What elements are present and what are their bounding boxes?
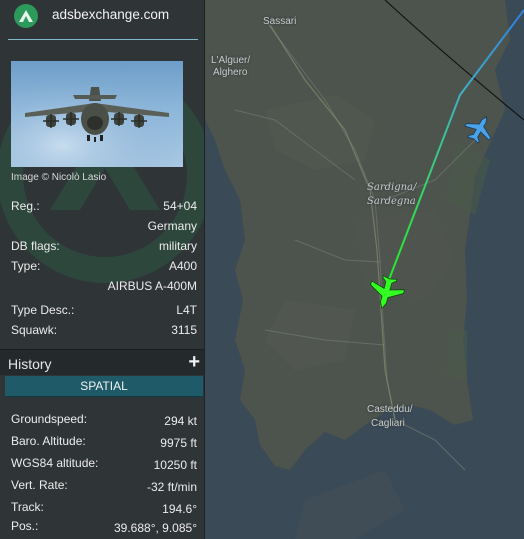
track-value: 194.6° [162, 502, 197, 516]
position-row: Pos.: 39.688°, 9.085° [11, 519, 197, 535]
groundspeed-row: Groundspeed: 294 kt [11, 412, 197, 428]
map-label-alghero-1: L'Alguer/ [211, 55, 251, 66]
track-label: Track: [11, 500, 44, 514]
registration-label: Reg.: [11, 199, 40, 213]
photo-credit[interactable]: Image © Nicolò Lasio [11, 172, 106, 183]
baro-altitude-label: Baro. Altitude: [11, 434, 86, 448]
vertical-rate-value: -32 ft/min [146, 480, 197, 494]
wgs84-altitude-label: WGS84 altitude: [11, 456, 99, 470]
history-section-header[interactable]: History + [0, 349, 204, 375]
squawk-row: Squawk: 3115 [11, 323, 197, 339]
squawk-value: 3115 [171, 323, 197, 337]
country-value: Germany [147, 219, 197, 233]
vertical-rate-label: Vert. Rate: [11, 478, 68, 492]
map-label-sassari: Sassari [263, 16, 297, 27]
country-row: Germany [11, 219, 197, 235]
type-desc-value: L4T [176, 303, 197, 317]
registration-value[interactable]: 54+04 [163, 199, 197, 213]
map-canvas[interactable] [205, 0, 524, 539]
map-label-cagliari-1: Casteddu/ [367, 404, 413, 415]
type-desc-label: Type Desc.: [11, 303, 75, 317]
map-label-alghero-2: Alghero [213, 67, 248, 78]
baro-altitude-row: Baro. Altitude: 9975 ft [11, 434, 197, 450]
expand-plus-icon[interactable]: + [188, 351, 200, 374]
map-view[interactable]: Sassari L'Alguer/ Alghero Sardigna/ Sard… [205, 0, 524, 539]
type-desc-row: Type Desc.: L4T [11, 303, 197, 319]
position-value[interactable]: 39.688°, 9.085° [114, 521, 197, 535]
registration-row: Reg.: 54+04 [11, 199, 197, 215]
map-label-sardegna-1: Sardigna/ [367, 182, 417, 193]
track-row: Track: 194.6° [11, 500, 197, 516]
aircraft-photo[interactable] [11, 61, 183, 167]
type-name-value: AIRBUS A-400M [107, 279, 197, 293]
site-header[interactable]: adsbexchange.com [0, 0, 204, 30]
site-name[interactable]: adsbexchange.com [52, 7, 169, 22]
position-label: Pos.: [11, 519, 39, 533]
map-label-cagliari-2: Cagliari [371, 418, 405, 429]
adsbexchange-logo-icon[interactable] [14, 4, 38, 28]
type-label: Type: [11, 259, 41, 273]
airplane-photo-image [11, 61, 183, 167]
spatial-section-tab[interactable]: SPATIAL [5, 376, 203, 397]
groundspeed-value: 294 kt [164, 414, 197, 428]
baro-altitude-value: 9975 ft [160, 436, 197, 450]
type-name-row: AIRBUS A-400M [11, 279, 197, 295]
db-flags-label: DB flags: [11, 239, 60, 253]
wgs84-altitude-row: WGS84 altitude: 10250 ft [11, 456, 197, 472]
type-value[interactable]: A400 [169, 259, 197, 273]
map-label-sardegna-2: Sardegna [367, 196, 416, 207]
vertical-rate-row: Vert. Rate: -32 ft/min [11, 478, 197, 494]
groundspeed-label: Groundspeed: [11, 412, 88, 426]
header-divider [8, 39, 198, 40]
wgs84-altitude-value: 10250 ft [153, 458, 197, 472]
db-flags-value: military [159, 239, 197, 253]
aircraft-info-sidebar: adsbexchange.com Image © Nicolò Lasio Re… [0, 0, 205, 539]
squawk-label: Squawk: [11, 323, 58, 337]
type-row: Type: A400 [11, 259, 197, 275]
db-flags-row: DB flags: military [11, 239, 197, 255]
history-title[interactable]: History [8, 356, 52, 372]
